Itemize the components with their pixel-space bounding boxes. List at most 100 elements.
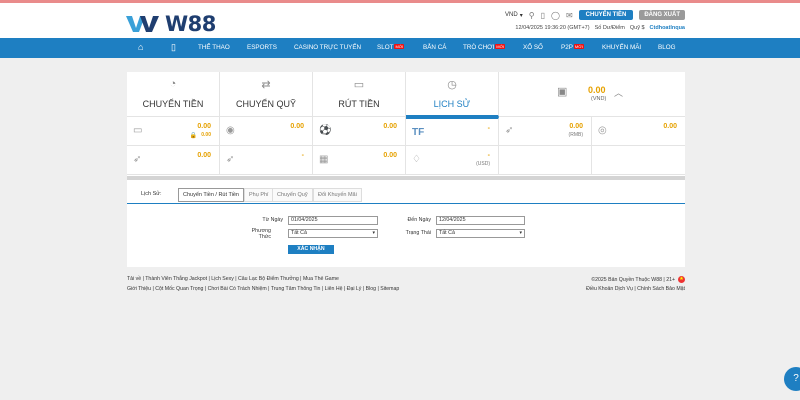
wallet-icon: ▭ — [133, 125, 143, 136]
wallet-cell[interactable]: TF - — [406, 117, 499, 146]
history-label: Lịch Sử: — [141, 191, 162, 197]
to-date-label: Đến Ngày — [407, 217, 431, 223]
p2p-cards-icon: ▦ — [319, 154, 329, 165]
w88-logo[interactable]: W88 — [126, 12, 216, 36]
footer-links-2[interactable]: Giới Thiệu | Cột Mốc Quan Trọng | Chơi B… — [127, 286, 399, 292]
home-icon[interactable]: ⌂ — [138, 42, 143, 52]
balance-currency: (VND) — [591, 96, 607, 102]
wallet-cell[interactable]: ♢ - (USD) — [406, 146, 499, 175]
tab-fund-transfer[interactable]: ⇄ CHUYỂN QUỸ — [220, 72, 313, 117]
new-badge: MỚI — [495, 44, 506, 49]
wallet-cell[interactable]: ➶ 0.00 — [127, 146, 220, 175]
method-select[interactable]: Tất Cả — [288, 229, 378, 238]
transfer-fund-icon: ⇄ — [261, 79, 271, 91]
casino-chips-icon: ◉ — [226, 125, 235, 136]
wallet-grid: ▭ 0.00 🔒 0.00 ◉ 0.00 ⚽ 0.00 TF - ➶ 0.00 … — [127, 117, 685, 175]
live-chat-icon[interactable]: ? — [784, 367, 800, 391]
language-icon[interactable]: ◯ — [551, 11, 560, 20]
balance-amount: 0.00 — [588, 85, 606, 95]
vietnam-flag-icon[interactable]: ★ — [678, 276, 685, 283]
nav-promotions[interactable]: KHUYẾN MÃI — [602, 44, 641, 51]
nav-games[interactable]: TRÒ CHƠI MỚI — [463, 44, 506, 51]
wallet-sub: (USD) — [476, 161, 490, 167]
tf-gaming-icon: TF — [412, 127, 425, 138]
footer-links-1[interactable]: Tải về | Thành Viên Thắng Jackpot | Lịch… — [127, 276, 339, 282]
new-badge: MỚI — [573, 44, 584, 49]
footer-terms[interactable]: Điều Khoản Dịch Vụ | Chính Sách Bảo Mật — [586, 286, 685, 292]
logo-text: W88 — [165, 12, 216, 36]
tab-deposit[interactable]: ◔ CHUYỂN TIỀN — [127, 72, 220, 117]
empty-cell — [592, 146, 685, 175]
empty-cell — [499, 146, 592, 175]
tab-withdraw[interactable]: ▭ RÚT TIỀN — [313, 72, 406, 117]
wallet-value: 0.00 — [383, 152, 397, 159]
status-select[interactable]: Tất Cả — [436, 229, 525, 238]
wallet-value: 0.00 — [197, 152, 211, 159]
nav-p2p[interactable]: P2P MỚI — [561, 44, 584, 51]
tab-label: RÚT TIỀN — [338, 99, 380, 109]
wallet-cell[interactable]: ◉ 0.00 — [220, 117, 313, 146]
wallet-cell[interactable]: ➶ - — [220, 146, 313, 175]
method-label: Phương Thức — [251, 228, 271, 240]
soccer-ball-icon: ⚽ — [319, 125, 332, 136]
logout-button[interactable]: ĐĂNG XUẤT — [639, 10, 685, 20]
transfer-button[interactable]: CHUYỂN TIỀN — [578, 10, 634, 20]
coins-icon: ◎ — [598, 125, 607, 136]
chevron-up-icon[interactable]: ︿ — [614, 86, 623, 99]
currency-selector[interactable]: VND ▾ — [505, 12, 523, 19]
from-date-input[interactable]: 01/04/2025 — [288, 216, 378, 225]
nav-slot[interactable]: SLOT MỚI — [377, 44, 405, 51]
tab-label: LỊCH SỬ — [433, 99, 471, 109]
wallet-cell[interactable]: ➶ 0.00 (RMB) — [499, 117, 592, 146]
account-tabs: ◔ CHUYỂN TIỀN ⇄ CHUYỂN QUỸ ▭ RÚT TIỀN ◷ … — [127, 72, 685, 117]
w88-logo-icon — [126, 16, 159, 32]
nav-esports[interactable]: ESPORTS — [247, 44, 277, 51]
copyright: ©2025 Bản Quyền Thuộc W88 | 21+ ★ — [591, 276, 685, 283]
to-date-input[interactable]: 12/04/2025 — [436, 216, 525, 225]
history-clock-icon: ◷ — [447, 79, 457, 91]
withdraw-icon: ▭ — [353, 79, 365, 91]
history-panel: Lịch Sử: Chuyển Tiền / Rút Tiền Phụ Phí … — [127, 180, 685, 267]
balance-summary: ▣ 0.00 (VND) ︿ — [499, 72, 685, 117]
mobile-nav-icon[interactable]: ▯ — [171, 42, 176, 53]
wallet-value: - — [487, 152, 490, 159]
subtab-fund-transfer[interactable]: Chuyển Quỹ — [272, 188, 313, 202]
fish-rmb-icon: ➶ — [505, 125, 514, 136]
copyright-text: ©2025 Bản Quyền Thuộc W88 | 21+ — [591, 276, 675, 283]
wallet-cell[interactable]: ⚽ 0.00 — [313, 117, 406, 146]
wallet-value: - — [487, 125, 490, 132]
wallet-icon: ▣ — [557, 86, 568, 98]
currency-label: VND — [505, 12, 518, 18]
wallet-cell[interactable]: ▦ 0.00 — [313, 146, 406, 175]
wallet-value: 0.00 — [569, 123, 583, 130]
points-link[interactable]: Số Dư/Điểm — [595, 25, 625, 31]
wallet-cell[interactable]: ▭ 0.00 🔒 0.00 — [127, 117, 220, 146]
mail-icon[interactable]: ✉ — [566, 11, 573, 20]
chevron-down-icon: ▾ — [519, 12, 523, 19]
nav-blog[interactable]: BLOG — [658, 44, 676, 51]
piggy-bank-icon: ◔ — [169, 78, 177, 90]
username[interactable]: Ctdhoatlnqua — [650, 25, 685, 31]
nav-fishing[interactable]: BẮN CÁ — [423, 44, 446, 51]
subtab-divider — [127, 203, 685, 204]
wallet-cell[interactable]: ◎ 0.00 — [592, 117, 685, 146]
nav-lottery[interactable]: XỔ SỐ — [523, 44, 543, 51]
nav-sports[interactable]: THỂ THAO — [198, 44, 230, 51]
nav-casino[interactable]: CASINO TRỰC TUYẾN — [294, 44, 361, 51]
tab-history[interactable]: ◷ LỊCH SỬ — [406, 72, 499, 117]
subtab-fees[interactable]: Phụ Phí — [244, 188, 274, 202]
fund-link[interactable]: Quỹ $ — [630, 25, 645, 31]
from-date-label: Từ Ngày — [262, 217, 283, 223]
wallet-value: 0.00 — [197, 123, 211, 130]
account-panel: ◔ CHUYỂN TIỀN ⇄ CHUYỂN QUỸ ▭ RÚT TIỀN ◷ … — [127, 72, 685, 177]
subtab-promo-exchange[interactable]: Đổi Khuyến Mãi — [313, 188, 362, 202]
confirm-button[interactable]: XÁC NHẬN — [288, 245, 334, 254]
lottery-fish-icon: ➶ — [226, 154, 235, 165]
usd-game-icon: ♢ — [412, 154, 421, 165]
mobile-icon[interactable]: ▯ — [541, 11, 545, 20]
subtab-deposit-withdraw[interactable]: Chuyển Tiền / Rút Tiền — [178, 188, 244, 202]
datetime: 12/04/2025 19:36:20 (GMT+7) — [515, 25, 590, 31]
gift-icon[interactable]: ⚲ — [529, 11, 535, 20]
wallet-value: 0.00 — [383, 123, 397, 130]
account-info: 12/04/2025 19:36:20 (GMT+7) Số Dư/Điểm Q… — [515, 25, 685, 31]
